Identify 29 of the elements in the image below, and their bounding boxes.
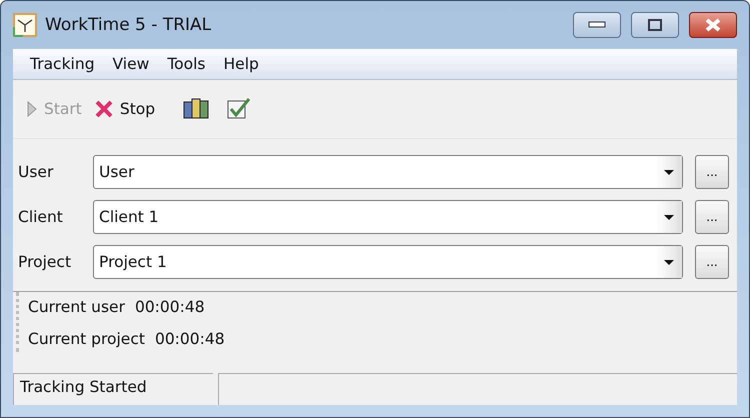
stop-button[interactable]: Stop [90, 97, 158, 121]
minimize-icon [588, 21, 606, 29]
dropdown-field[interactable]: Project 1 [93, 245, 683, 279]
minimize-button[interactable] [573, 12, 621, 38]
field-label: User [18, 163, 54, 181]
menu-item[interactable]: Tools [158, 55, 215, 73]
field-label: Client [18, 208, 64, 226]
browse-button[interactable]: ... [695, 245, 729, 279]
close-icon [704, 18, 722, 32]
menu-item[interactable]: Help [214, 55, 268, 73]
menu-item[interactable]: View [104, 55, 158, 73]
cross-icon [94, 99, 114, 119]
timer-value: 00:00:48 [134, 298, 205, 316]
field-label: Project [18, 253, 72, 271]
menu-item[interactable]: Tracking [21, 55, 104, 73]
timer-value: 00:00:48 [154, 330, 225, 348]
maximize-button[interactable] [631, 12, 679, 38]
browse-button[interactable]: ... [695, 200, 729, 234]
clock-icon [13, 13, 37, 37]
maximize-icon [648, 19, 662, 31]
timer-label: Current user [28, 298, 125, 316]
status-text: Tracking Started [13, 373, 213, 405]
dropdown-field[interactable]: Client 1 [93, 200, 683, 234]
dropdown-field[interactable]: User [93, 155, 683, 189]
timer-label: Current project [28, 330, 145, 348]
browse-button[interactable]: ... [695, 155, 729, 189]
close-button[interactable] [689, 12, 737, 38]
play-icon [26, 100, 38, 118]
window-title: WorkTime 5 - TRIAL [45, 15, 212, 35]
